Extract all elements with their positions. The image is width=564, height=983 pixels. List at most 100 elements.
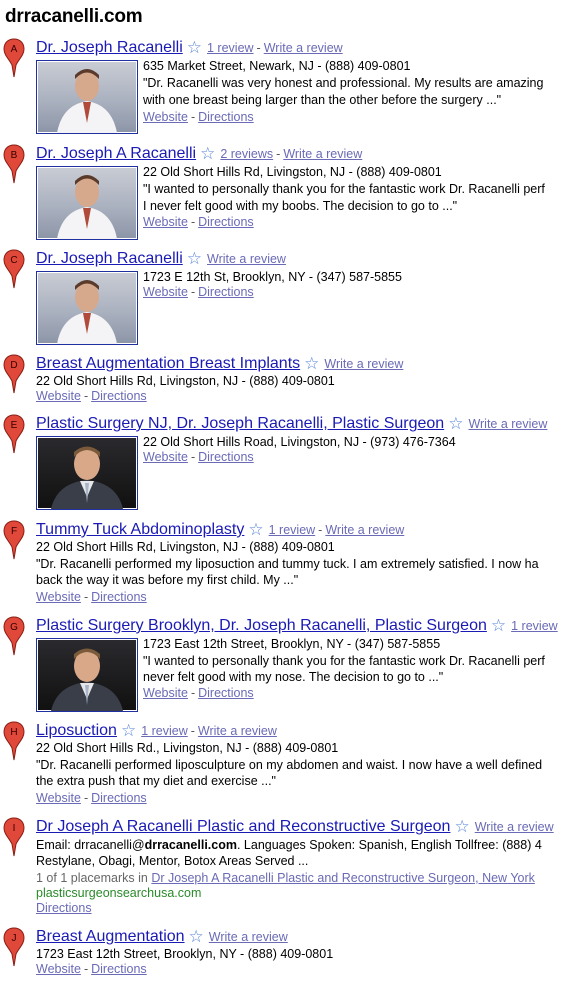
result-title-link[interactable]: Tummy Tuck Abdominoplasty — [36, 521, 244, 538]
result-photo[interactable] — [36, 166, 138, 240]
doctor-photo-icon — [57, 69, 117, 133]
result-snippet: with one breast being larger than the ot… — [143, 93, 502, 107]
reviews-link[interactable]: 1 review — [141, 724, 188, 738]
result-title-link[interactable]: Liposuction — [36, 722, 117, 739]
write-review-link[interactable]: Write a review — [198, 724, 277, 738]
star-icon[interactable]: ☆ — [187, 249, 202, 268]
directions-link[interactable]: Directions — [198, 285, 254, 299]
reviews-link[interactable]: 1 review — [269, 523, 316, 537]
svg-text:F: F — [11, 526, 17, 537]
star-icon[interactable]: ☆ — [189, 927, 204, 946]
website-link[interactable]: Website — [143, 686, 188, 700]
directions-link[interactable]: Directions — [91, 791, 147, 805]
website-link[interactable]: Website — [143, 285, 188, 299]
reviews-link[interactable]: 2 reviews — [220, 147, 273, 161]
result-email-line: Email: drracanelli@drracanelli.com. Lang… — [36, 838, 542, 852]
placemarks-count: 1 of 1 placemarks in — [36, 871, 148, 885]
result-title-link[interactable]: Plastic Surgery NJ, Dr. Joseph Racanelli… — [36, 415, 444, 432]
reviews-link[interactable]: 1 review — [207, 41, 254, 55]
star-icon[interactable]: ☆ — [491, 616, 506, 635]
svg-text:G: G — [10, 622, 18, 633]
result-photo[interactable] — [36, 271, 138, 345]
star-icon[interactable]: ☆ — [187, 38, 202, 57]
directions-link[interactable]: Directions — [91, 590, 147, 604]
star-icon[interactable]: ☆ — [121, 721, 136, 740]
website-link[interactable]: Website — [36, 590, 81, 604]
map-marker-icon[interactable]: G — [3, 616, 25, 656]
website-link[interactable]: Website — [143, 215, 188, 229]
directions-link[interactable]: Directions — [91, 962, 147, 976]
write-review-link[interactable]: Write a review — [283, 147, 362, 161]
result-title-link[interactable]: Breast Augmentation Breast Implants — [36, 355, 300, 372]
website-link[interactable]: Website — [36, 791, 81, 805]
map-marker-icon[interactable]: D — [3, 354, 25, 394]
map-marker-icon[interactable]: I — [3, 817, 25, 857]
result-snippet: "I wanted to personally thank you for th… — [143, 182, 545, 196]
result-address: 22 Old Short Hills Rd., Livingston, NJ -… — [36, 741, 339, 755]
write-review-link[interactable]: Write a review — [324, 357, 403, 371]
result-photo[interactable] — [36, 60, 138, 134]
write-review-link[interactable]: Write a review — [468, 417, 547, 431]
map-marker-icon[interactable]: J — [3, 927, 25, 967]
result-photo[interactable] — [36, 436, 138, 510]
map-marker-icon[interactable]: C — [3, 249, 25, 289]
directions-link[interactable]: Directions — [198, 686, 254, 700]
placemark-link[interactable]: Dr Joseph A Racanelli Plastic and Recons… — [151, 871, 535, 885]
directions-link[interactable]: Directions — [36, 901, 92, 915]
svg-text:D: D — [10, 360, 17, 371]
svg-text:A: A — [11, 44, 18, 55]
doctor-photo-icon — [57, 280, 117, 344]
doctor-photo-icon — [57, 175, 117, 239]
directions-link[interactable]: Directions — [91, 389, 147, 403]
result-address: 635 Market Street, Newark, NJ - (888) 40… — [143, 59, 411, 73]
result-title-link[interactable]: Dr. Joseph Racanelli — [36, 39, 183, 56]
svg-text:H: H — [10, 727, 17, 738]
result-title-link[interactable]: Dr Joseph A Racanelli Plastic and Recons… — [36, 818, 450, 835]
result-photo[interactable] — [36, 638, 138, 712]
result-snippet: I never felt good with my boobs. The dec… — [143, 199, 458, 213]
svg-text:C: C — [10, 255, 17, 266]
result-address: 22 Old Short Hills Rd, Livingston, NJ - … — [143, 165, 442, 179]
directions-link[interactable]: Directions — [198, 110, 254, 124]
website-link[interactable]: Website — [143, 110, 188, 124]
directions-link[interactable]: Directions — [198, 450, 254, 464]
star-icon[interactable]: ☆ — [304, 354, 319, 373]
result-title-link[interactable]: Dr. Joseph Racanelli — [36, 250, 183, 267]
website-link[interactable]: Website — [36, 389, 81, 403]
svg-text:E: E — [11, 420, 18, 431]
result-snippet: "Dr. Racanelli was very honest and profe… — [143, 76, 544, 90]
star-icon[interactable]: ☆ — [454, 817, 469, 836]
result-address: 22 Old Short Hills Rd, Livingston, NJ - … — [36, 540, 335, 554]
result-snippet: "Dr. Racanelli performed my liposuction … — [36, 557, 539, 571]
star-icon[interactable]: ☆ — [248, 520, 263, 539]
page-title: drracanelli.com — [5, 6, 143, 27]
result-snippet: never felt good with my nose. The decisi… — [143, 670, 444, 684]
map-marker-icon[interactable]: B — [3, 144, 25, 184]
surgeon-photo-icon — [51, 446, 123, 509]
map-marker-icon[interactable]: E — [3, 414, 25, 454]
write-review-link[interactable]: Write a review — [209, 930, 288, 944]
result-snippet: "Dr. Racanelli performed liposculpture o… — [36, 758, 543, 772]
svg-text:I: I — [13, 823, 16, 834]
result-snippet: "I wanted to personally thank you for th… — [143, 654, 545, 668]
directions-link[interactable]: Directions — [198, 215, 254, 229]
reviews-link[interactable]: 1 review — [511, 619, 558, 633]
star-icon[interactable]: ☆ — [200, 144, 215, 163]
website-link[interactable]: Website — [143, 450, 188, 464]
write-review-link[interactable]: Write a review — [475, 820, 554, 834]
result-snippet: the extra push that my diet and exercise… — [36, 774, 276, 788]
svg-text:B: B — [11, 150, 18, 161]
website-link[interactable]: Website — [36, 962, 81, 976]
map-marker-icon[interactable]: H — [3, 721, 25, 761]
result-snippet: back the way it was before my first chil… — [36, 573, 299, 587]
result-title-link[interactable]: Dr. Joseph A Racanelli — [36, 145, 196, 162]
result-title-link[interactable]: Breast Augmentation — [36, 928, 185, 945]
svg-text:J: J — [12, 933, 17, 944]
map-marker-icon[interactable]: F — [3, 520, 25, 560]
result-title-link[interactable]: Plastic Surgery Brooklyn, Dr. Joseph Rac… — [36, 617, 487, 634]
write-review-link[interactable]: Write a review — [207, 252, 286, 266]
write-review-link[interactable]: Write a review — [264, 41, 343, 55]
map-marker-icon[interactable]: A — [3, 38, 25, 78]
star-icon[interactable]: ☆ — [448, 414, 463, 433]
write-review-link[interactable]: Write a review — [325, 523, 404, 537]
